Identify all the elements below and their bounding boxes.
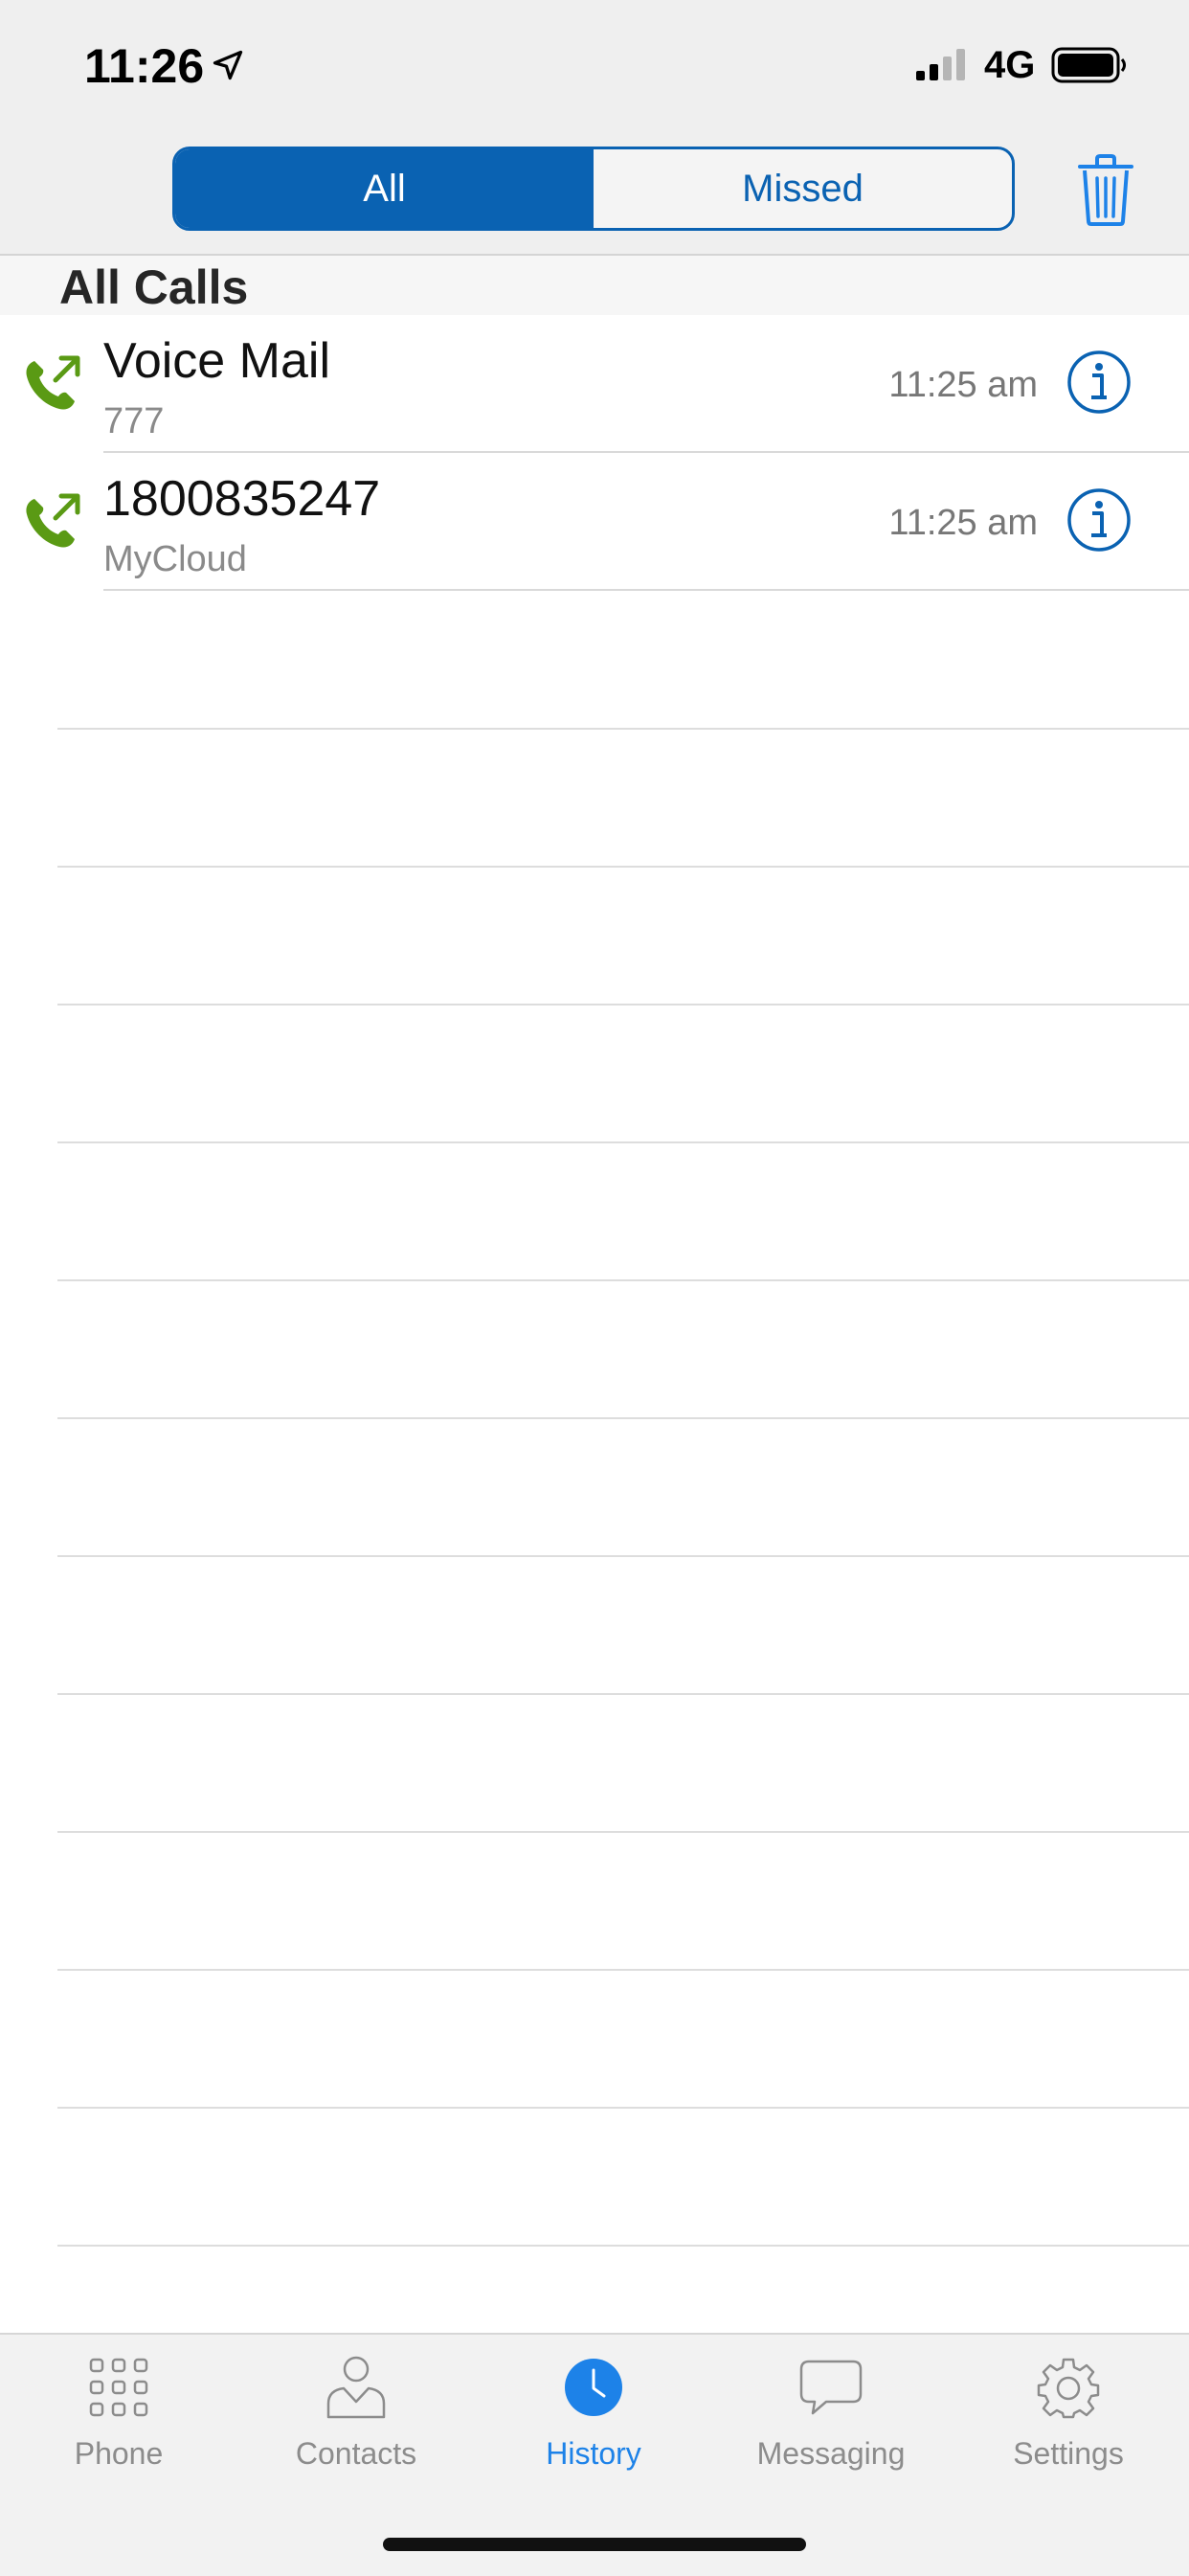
info-icon[interactable] — [1066, 350, 1132, 415]
tab-settings[interactable]: Settings — [950, 2354, 1187, 2497]
call-filter-segmented-control: All Missed — [172, 147, 1015, 231]
tab-messaging[interactable]: Messaging — [712, 2354, 950, 2497]
tab-label: Contacts — [295, 2436, 417, 2471]
empty-row-divider — [57, 2245, 1189, 2247]
dialpad-icon — [89, 2358, 148, 2417]
empty-row-divider — [57, 1555, 1189, 1557]
empty-row-divider — [57, 1969, 1189, 1971]
battery-icon — [1051, 47, 1126, 83]
empty-row-divider — [57, 1141, 1189, 1143]
tab-phone[interactable]: Phone — [0, 2354, 237, 2497]
call-row[interactable]: Voice Mail 777 11:25 am — [0, 315, 1189, 453]
call-row[interactable]: 1800835247 MyCloud 11:25 am — [0, 453, 1189, 591]
status-bar: 11:26 4G — [0, 0, 1189, 134]
empty-row-divider — [57, 1004, 1189, 1006]
section-header: All Calls — [0, 256, 1189, 315]
home-indicator[interactable] — [383, 2538, 806, 2551]
info-icon[interactable] — [1066, 487, 1132, 553]
tab-contacts[interactable]: Contacts — [237, 2354, 475, 2497]
gear-icon — [1037, 2358, 1100, 2419]
outgoing-call-icon — [26, 493, 80, 548]
row-divider — [103, 589, 1189, 591]
segment-missed[interactable]: Missed — [594, 149, 1012, 228]
section-title: All Calls — [59, 260, 249, 314]
tab-history[interactable]: History — [475, 2354, 712, 2497]
empty-row-divider — [57, 2107, 1189, 2109]
tab-label: Phone — [74, 2436, 164, 2471]
call-label: MyCloud — [103, 539, 247, 579]
empty-row-divider — [57, 1417, 1189, 1419]
tab-label: History — [546, 2436, 641, 2471]
empty-row-divider — [57, 1279, 1189, 1281]
empty-row-divider — [57, 1831, 1189, 1833]
call-name: 1800835247 — [103, 471, 381, 527]
call-time: 11:25 am — [888, 365, 1038, 405]
segment-all[interactable]: All — [175, 149, 594, 228]
chat-bubble-icon — [799, 2360, 863, 2415]
tab-label: Messaging — [756, 2436, 906, 2471]
call-time: 11:25 am — [888, 503, 1038, 543]
history-header: All Missed — [0, 134, 1189, 256]
trash-icon[interactable] — [1072, 151, 1139, 228]
tab-label: Settings — [1013, 2436, 1124, 2471]
network-type: 4G — [984, 44, 1036, 86]
call-name: Voice Mail — [103, 333, 330, 389]
call-number: 777 — [103, 401, 165, 441]
cellular-signal-icon — [916, 49, 965, 80]
empty-row-divider — [57, 1693, 1189, 1695]
status-time: 11:26 — [84, 39, 205, 93]
outgoing-call-icon — [26, 355, 80, 410]
person-icon — [326, 2356, 386, 2419]
empty-row-divider — [57, 866, 1189, 868]
location-arrow-icon — [213, 50, 243, 80]
empty-row-divider — [57, 728, 1189, 730]
clock-icon — [565, 2359, 622, 2416]
